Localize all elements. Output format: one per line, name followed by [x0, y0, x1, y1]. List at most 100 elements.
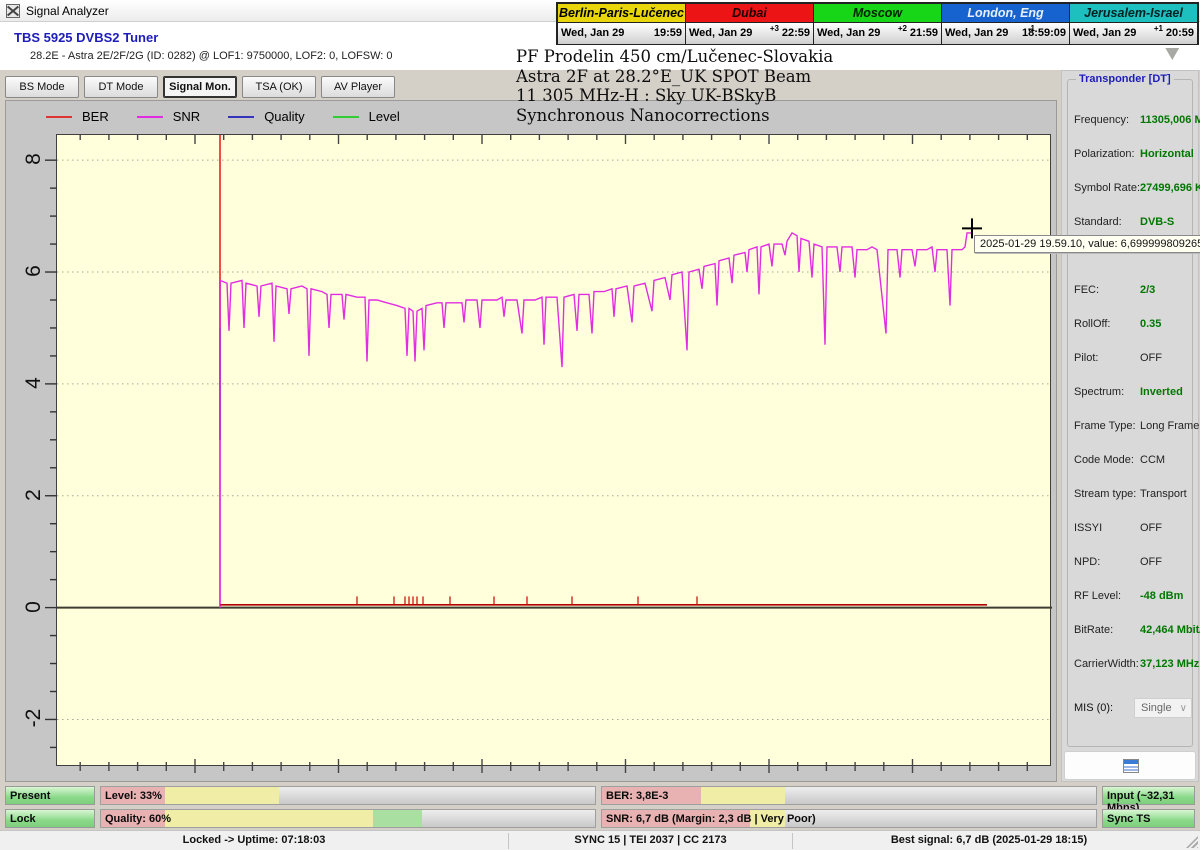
- field-value: OFF: [1140, 556, 1162, 568]
- legend-label: SNR: [173, 109, 200, 124]
- transponder-field-stream-type-: Stream type: Transport: [1074, 488, 1188, 502]
- field-value: 0.35: [1140, 318, 1161, 330]
- annotation-line: Astra 2F at 28.2°E_UK SPOT Beam: [516, 67, 833, 87]
- chart-legend: BER SNR Quality Level: [46, 109, 400, 124]
- clock-date: Wed, Jan 29: [1073, 27, 1136, 39]
- tab-bs-mode[interactable]: BS Mode: [5, 76, 79, 98]
- bar-segment: [373, 810, 422, 827]
- snr-trace: [220, 233, 972, 605]
- chart-svg: [57, 135, 1052, 767]
- field-value: 42,464 Mbit/s: [1140, 624, 1200, 636]
- clock-utc-offset: +3: [770, 24, 779, 33]
- resize-grip[interactable]: [1186, 836, 1198, 848]
- clock-time-row: Wed, Jan 29 +1 20:59: [1070, 23, 1197, 44]
- y-tick-label: 0: [22, 587, 46, 627]
- status-bar: Locked -> Uptime: 07:18:03 SYNC 15 | TEI…: [0, 830, 1200, 850]
- field-label: FEC:: [1074, 284, 1099, 296]
- clock-time-row: Wed, Jan 29 19:59: [558, 23, 685, 44]
- field-label: NPD:: [1074, 556, 1100, 568]
- world-clocks: Berlin-Paris-Lučenec Wed, Jan 29 19:59Du…: [556, 2, 1199, 45]
- annotation-line: Synchronous Nanocorrections: [516, 106, 833, 126]
- signal-plot[interactable]: [56, 134, 1051, 766]
- transponder-field-polarization-: Polarization: Horizontal: [1074, 148, 1188, 162]
- clock-london-eng: London, Eng Wed, Jan 29 -1 18:59:09: [942, 4, 1069, 43]
- y-tick-label: 4: [22, 363, 46, 403]
- clock-time: 18:59:09: [1022, 27, 1066, 39]
- bar-text: BER: 3,8E-3: [606, 790, 668, 802]
- field-label: CarrierWidth:: [1074, 658, 1139, 670]
- transponder-field-fec-: FEC: 2/3: [1074, 284, 1188, 298]
- clock-date: Wed, Jan 29: [945, 27, 1008, 39]
- progress-bar-quality: Quality: 60%: [100, 809, 596, 828]
- data-table-icon: [1123, 759, 1139, 773]
- legend-label: Level: [369, 109, 400, 124]
- device-name: TBS 5925 DVBS2 Tuner: [14, 30, 158, 45]
- annotation-line: 11 305 MHz-H : Sky UK-BSkyB: [516, 86, 833, 106]
- field-value: 37,123 MHz: [1140, 658, 1199, 670]
- legend-swatch: [228, 116, 254, 118]
- field-label: Spectrum:: [1074, 386, 1124, 398]
- field-value: 27499,696 KS/s: [1140, 182, 1200, 194]
- field-label: Code Mode:: [1074, 454, 1134, 466]
- field-label: Standard:: [1074, 216, 1122, 228]
- chevron-down-icon: ∨: [1180, 703, 1187, 714]
- mis-select[interactable]: Single ∨: [1134, 698, 1192, 718]
- tab-tsa-ok-[interactable]: TSA (OK): [242, 76, 316, 98]
- clock-dubai: Dubai Wed, Jan 29 +3 22:59: [686, 4, 813, 43]
- transponder-field-standard-: Standard: DVB-S: [1074, 216, 1188, 230]
- mis-row: MIS (0): Single ∨: [1074, 702, 1188, 714]
- field-value: 11305,006 MHz: [1140, 114, 1200, 126]
- legend-item-level: Level: [333, 109, 400, 124]
- field-label: Frequency:: [1074, 114, 1129, 126]
- legend-item-quality: Quality: [228, 109, 304, 124]
- field-value: 2/3: [1140, 284, 1155, 296]
- field-label: Pilot:: [1074, 352, 1098, 364]
- clock-time-row: Wed, Jan 29 +3 22:59: [686, 23, 813, 44]
- field-value: Long Frame: [1140, 420, 1199, 432]
- clock-time-row: Wed, Jan 29 +2 21:59: [814, 23, 941, 44]
- mis-label: MIS (0):: [1074, 702, 1113, 714]
- transponder-field-rf-level-: RF Level: -48 dBm: [1074, 590, 1188, 604]
- status-flag-input-32-31-mbps-: Input (~32,31 Mbps): [1102, 786, 1195, 805]
- device-config: 28.2E - Astra 2E/2F/2G (ID: 0282) @ LOF1…: [30, 50, 393, 62]
- y-tick-label: -2: [22, 698, 46, 738]
- tab-dt-mode[interactable]: DT Mode: [84, 76, 158, 98]
- field-label: BitRate:: [1074, 624, 1113, 636]
- legend-swatch: [46, 116, 72, 118]
- status-flag-lock: Lock: [5, 809, 95, 828]
- transponder-field-issyi: ISSYI OFF: [1074, 522, 1188, 536]
- field-label: Symbol Rate:: [1074, 182, 1140, 194]
- tab-signal-mon-[interactable]: Signal Mon.: [163, 76, 237, 98]
- status-flag-present: Present: [5, 786, 95, 805]
- transponder-field-spectrum-: Spectrum: Inverted: [1074, 386, 1188, 400]
- clock-utc-offset: +1: [1154, 24, 1163, 33]
- progress-bar-ber: BER: 3,8E-3: [601, 786, 1097, 805]
- field-value: -48 dBm: [1140, 590, 1183, 602]
- clock-utc-offset: +2: [898, 24, 907, 33]
- field-value: OFF: [1140, 522, 1162, 534]
- bar-text: SNR: 6,7 dB (Margin: 2,3 dB | Very Poor): [606, 813, 816, 825]
- groupbox-title: Transponder [DT]: [1076, 73, 1174, 85]
- ts-data-button[interactable]: [1064, 751, 1196, 780]
- y-tick-label: 8: [22, 139, 46, 179]
- field-label: RF Level:: [1074, 590, 1121, 602]
- bar-text: Quality: 60%: [105, 813, 171, 825]
- chart-tooltip: 2025-01-29 19.59.10, value: 6,6999998092…: [974, 235, 1200, 253]
- clock-moscow: Moscow Wed, Jan 29 +2 21:59: [814, 4, 941, 43]
- field-label: Stream type:: [1074, 488, 1136, 500]
- tab-av-player[interactable]: AV Player: [321, 76, 395, 98]
- y-tick-label: 2: [22, 475, 46, 515]
- clock-time-row: Wed, Jan 29 -1 18:59:09: [942, 23, 1069, 44]
- field-label: RollOff:: [1074, 318, 1110, 330]
- y-tick-label: 6: [22, 251, 46, 291]
- mis-value: Single: [1141, 702, 1172, 714]
- legend-swatch: [333, 116, 359, 118]
- transponder-field-carrierwidth-: CarrierWidth: 37,123 MHz: [1074, 658, 1188, 672]
- mode-tabs: BS ModeDT ModeSignal Mon.TSA (OK)AV Play…: [5, 76, 395, 98]
- clock-city: Berlin-Paris-Lučenec: [558, 4, 685, 23]
- transponder-field-frequency-: Frequency: 11305,006 MHz: [1074, 114, 1188, 128]
- field-value: OFF: [1140, 352, 1162, 364]
- transponder-groupbox: Transponder [DT] Frequency: 11305,006 MH…: [1067, 79, 1193, 747]
- transponder-field-bitrate-: BitRate: 42,464 Mbit/s: [1074, 624, 1188, 638]
- progress-bar-level: Level: 33%: [100, 786, 596, 805]
